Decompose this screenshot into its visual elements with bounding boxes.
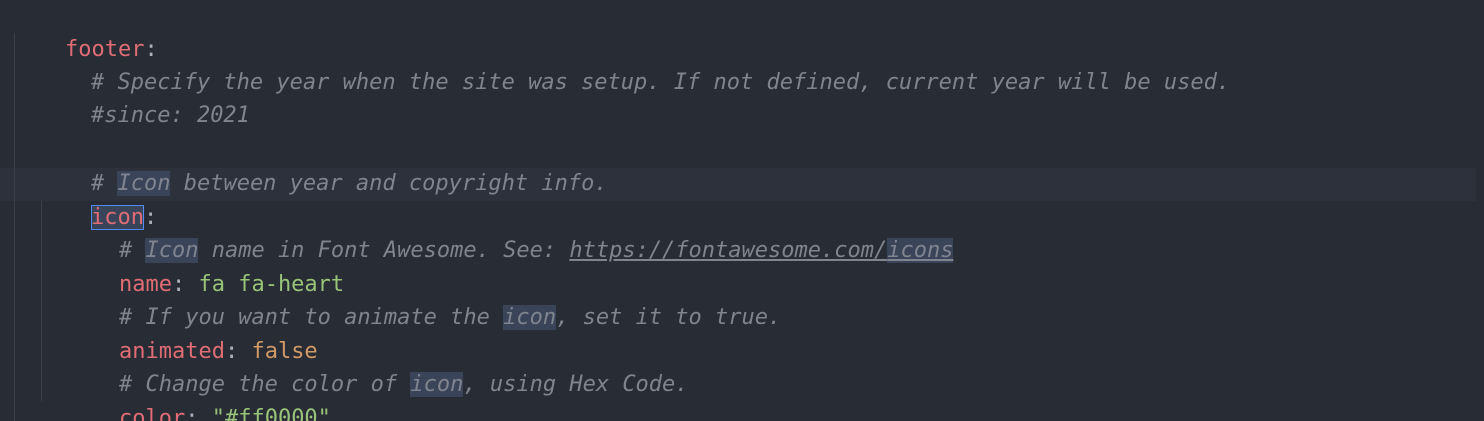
code-line-8[interactable]: name: fa fa-heart bbox=[66, 235, 344, 297]
comment-url-icons-highlight[interactable]: icons bbox=[887, 238, 954, 263]
comment-url-link[interactable]: https://fontawesome.com/ bbox=[569, 238, 887, 263]
yaml-value-color: "#ff0000" bbox=[211, 406, 331, 421]
colon: : bbox=[185, 406, 199, 421]
comment-color-icon-highlight: icon bbox=[410, 372, 464, 397]
code-line-1[interactable]: footer: bbox=[12, 0, 158, 62]
code-line-2[interactable]: # Specify the year when the site was set… bbox=[38, 33, 1230, 95]
code-line-3[interactable]: #since: 2021 bbox=[38, 66, 250, 128]
comment-animate-b: , set it to true. bbox=[556, 305, 782, 330]
code-line-11[interactable]: # Change the color of icon, using Hex Co… bbox=[66, 335, 689, 397]
comment-since: # Specify the year when the site was set… bbox=[90, 70, 1231, 95]
comment-color-b: , using Hex Code. bbox=[463, 372, 689, 397]
comment-animate-icon-highlight: icon bbox=[503, 305, 557, 330]
code-line-6[interactable]: icon: bbox=[38, 168, 157, 230]
code-editor[interactable]: footer: # Specify the year when the site… bbox=[0, 0, 1484, 421]
code-line-5[interactable]: # Icon between year and copyright info. bbox=[38, 134, 608, 196]
comment-icon-rest: between year and copyright info. bbox=[170, 171, 608, 196]
yaml-key-color: color bbox=[118, 406, 186, 421]
comment-since-value: #since: 2021 bbox=[90, 103, 250, 128]
code-line-9[interactable]: # If you want to animate the icon, set i… bbox=[66, 268, 781, 330]
code-line-12[interactable]: color: "#ff0000" bbox=[66, 369, 331, 421]
code-line-7[interactable]: # Icon name in Font Awesome. See: https:… bbox=[66, 201, 954, 263]
code-line-10[interactable]: animated: false bbox=[66, 302, 318, 364]
